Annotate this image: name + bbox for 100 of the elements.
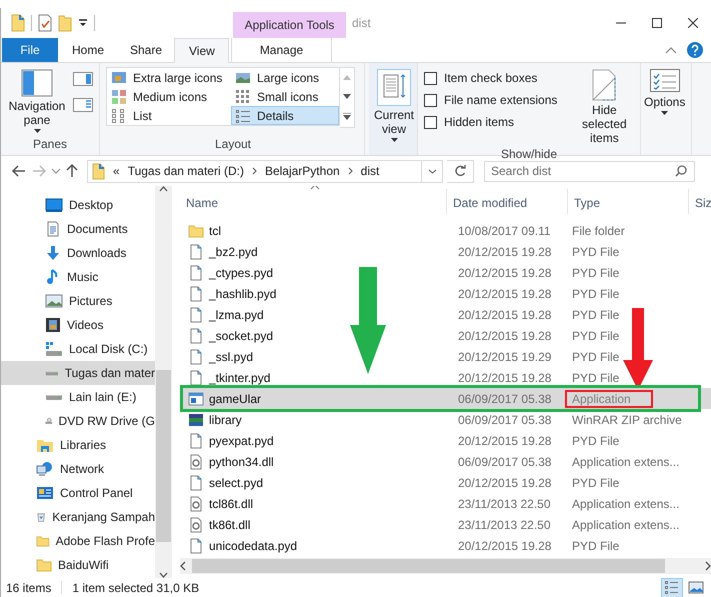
group-label: Show/hide — [500, 147, 558, 161]
file-row[interactable]: _socket.pyd 20/12/2015 19.28 PYD File — [180, 325, 711, 346]
gallery-scroll[interactable] — [340, 67, 355, 128]
file-name: pyexpat.pyd — [209, 434, 274, 448]
column-header[interactable]: Name — [180, 189, 447, 214]
file-name: _bz2.pyd — [209, 244, 258, 258]
details-pane-icon[interactable] — [73, 97, 93, 113]
file-row[interactable]: tcl 10/08/2017 09.11 File folder — [180, 220, 711, 241]
file-row[interactable]: _lzma.pyd 20/12/2015 19.28 PYD File — [180, 304, 711, 325]
file-row[interactable]: gameUlar 06/09/2017 05.38 Application — [180, 388, 711, 409]
checkbox[interactable] — [424, 94, 437, 106]
nav-item[interactable]: Pictures — [1, 289, 155, 313]
gear-file-icon — [188, 516, 204, 532]
layout-option[interactable]: Small icons — [231, 87, 339, 106]
film-icon — [45, 317, 61, 333]
file-row[interactable]: _ctypes.pyd 20/12/2015 19.28 PYD File — [180, 262, 711, 283]
breadcrumb[interactable]: BelajarPython — [264, 164, 340, 178]
nav-item[interactable]: Videos — [1, 313, 155, 337]
nav-item[interactable]: DVD RW Drive (G — [1, 409, 155, 433]
overflow-chevron[interactable]: « — [113, 164, 120, 178]
date-cell-text: 23/11/2013 22.50 — [457, 518, 552, 532]
nav-item[interactable]: BaiduWifi — [1, 553, 155, 577]
ribbon-tab[interactable]: Manage — [231, 38, 332, 62]
nav-item[interactable]: Tugas dan mater — [1, 361, 155, 385]
ribbon-tab[interactable]: View — [174, 38, 229, 63]
address-bar[interactable]: « Tugas dan materi (D:) BelajarPython dist — [87, 160, 443, 182]
up-arrow-icon[interactable] — [65, 163, 79, 179]
file-row[interactable]: pyexpat.pyd 20/12/2015 19.28 PYD File — [180, 430, 711, 451]
checkbox[interactable] — [424, 116, 437, 128]
nav-item[interactable]: Network — [1, 457, 155, 481]
checkbox-label: Item check boxes — [444, 71, 538, 85]
file-icon — [188, 264, 204, 280]
column-header[interactable]: Siz — [689, 189, 711, 214]
type-cell-text: PYD File — [571, 370, 620, 384]
ribbon-tab[interactable]: Share — [116, 38, 174, 62]
layout-option[interactable]: Details — [231, 106, 339, 125]
back-icon[interactable] — [11, 164, 27, 178]
nav-item[interactable]: Libraries — [1, 433, 155, 457]
hide-selected-button[interactable]: Hide selected items — [565, 67, 644, 147]
file-row[interactable]: tcl86t.dll 23/11/2013 22.50 Application extens... — [180, 493, 711, 514]
folder-file-icon[interactable] — [11, 14, 25, 32]
breadcrumb[interactable]: dist — [360, 164, 380, 178]
nav-item[interactable]: Adobe Flash Profe — [1, 529, 155, 553]
file-row[interactable]: _ssl.pyd 20/12/2015 19.29 PYD File — [180, 346, 711, 367]
type-cell-text: WinRAR ZIP archive — [571, 412, 683, 426]
scroll-left-icon[interactable] — [180, 561, 186, 571]
nav-item[interactable]: Documents — [1, 217, 155, 241]
nav-item[interactable]: Keranjang Sampah — [1, 505, 155, 529]
options-button[interactable]: Options — [641, 67, 688, 117]
scrollbar[interactable] — [180, 558, 711, 574]
details-view-button[interactable] — [661, 578, 683, 597]
file-row[interactable]: tk86t.dll 23/11/2013 22.50 Application extens... — [180, 514, 711, 535]
selection-info: 1 item selected 31,0 KB — [72, 580, 200, 594]
file-row[interactable]: _hashlib.pyd 20/12/2015 19.28 PYD File — [180, 283, 711, 304]
nav-item[interactable]: Local Disk (C:) — [1, 337, 155, 361]
file-row[interactable]: _bz2.pyd 20/12/2015 19.28 PYD File — [180, 241, 711, 262]
file-row[interactable]: _tkinter.pyd 20/12/2015 19.28 PYD File — [180, 367, 711, 388]
search-field[interactable]: Search dist — [484, 160, 695, 182]
file-menu-button[interactable]: File — [2, 38, 58, 62]
checkbox[interactable] — [424, 72, 437, 84]
caret-icon[interactable] — [51, 168, 61, 174]
layout-option[interactable]: List — [107, 106, 231, 125]
nav-item[interactable]: Downloads — [1, 241, 155, 265]
close-icon — [688, 18, 698, 28]
file-row[interactable]: python34.dll 06/09/2017 05.38 Application extens... — [180, 451, 711, 472]
nav-item[interactable]: Desktop — [1, 193, 155, 217]
layout-option[interactable]: Extra large icons — [107, 68, 231, 87]
column-header[interactable]: Type — [568, 189, 689, 214]
file-row[interactable]: library 06/09/2017 05.38 WinRAR ZIP archive — [180, 409, 711, 430]
help-icon[interactable] — [687, 42, 703, 58]
file-row[interactable]: unicodedata.pyd 20/12/2015 19.28 PYD File — [180, 535, 711, 556]
gear-file-icon — [188, 496, 204, 512]
dropdown-icon[interactable] — [78, 18, 88, 28]
nav-item[interactable]: Lain lain (E:) — [1, 385, 155, 409]
scroll-right-icon[interactable] — [705, 561, 711, 571]
maximize-icon — [652, 18, 662, 28]
ribbon-tab[interactable]: Home — [58, 38, 116, 62]
layout-option[interactable]: Medium icons — [107, 87, 231, 106]
drive-icon — [45, 341, 63, 357]
nav-item[interactable]: Control Panel — [1, 481, 155, 505]
date-cell-text: 20/12/2015 19.28 — [457, 266, 552, 280]
file-icon — [188, 286, 204, 302]
date-cell-text: 20/12/2015 19.28 — [457, 434, 552, 448]
preview-pane-icon[interactable] — [73, 71, 93, 87]
checklist-icon[interactable] — [38, 14, 52, 32]
layout-option[interactable]: Large icons — [231, 68, 339, 87]
column-header[interactable]: Date modified — [447, 189, 568, 214]
file-name: gameUlar — [209, 392, 262, 406]
breadcrumb[interactable]: Tugas dan materi (D:) — [128, 164, 244, 178]
scroll-down-icon[interactable] — [343, 94, 351, 99]
scroll-up-icon[interactable] — [159, 186, 168, 192]
navigation-pane-button[interactable]: Navigation pane — [1, 67, 73, 135]
collapse-icon[interactable] — [665, 46, 677, 54]
refresh-button[interactable] — [447, 160, 474, 182]
scrollbar[interactable] — [155, 186, 172, 578]
drive-icon — [45, 370, 59, 376]
scroll-down-icon[interactable] — [159, 572, 168, 578]
expand-gallery-icon[interactable] — [343, 113, 351, 120]
nav-item[interactable]: Music — [1, 265, 155, 289]
file-row[interactable]: select.pyd 20/12/2015 19.28 PYD File — [180, 472, 711, 493]
